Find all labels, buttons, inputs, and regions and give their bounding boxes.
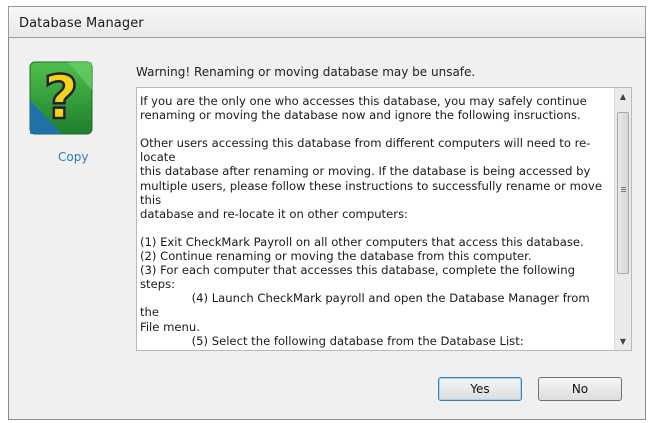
vertical-scrollbar[interactable]: ▲ ▼	[614, 88, 631, 350]
title-bar[interactable]: Database Manager	[8, 6, 646, 38]
question-mark-app-icon: ?	[29, 61, 93, 135]
scroll-down-arrow-icon[interactable]: ▼	[615, 333, 631, 350]
window-title: Database Manager	[19, 16, 144, 31]
copy-link[interactable]: Copy	[58, 150, 88, 164]
no-button[interactable]: No	[538, 377, 622, 401]
scrollbar-grip-icon	[621, 187, 626, 188]
scroll-up-arrow-icon[interactable]: ▲	[615, 88, 631, 105]
yes-button[interactable]: Yes	[438, 377, 522, 401]
warning-text: Warning! Renaming or moving database may…	[136, 65, 476, 79]
svg-text:?: ?	[44, 63, 79, 133]
message-text-box[interactable]: If you are the only one who accesses thi…	[136, 87, 632, 351]
message-body-text: If you are the only one who accesses thi…	[140, 94, 602, 350]
scrollbar-thumb[interactable]	[617, 112, 629, 274]
